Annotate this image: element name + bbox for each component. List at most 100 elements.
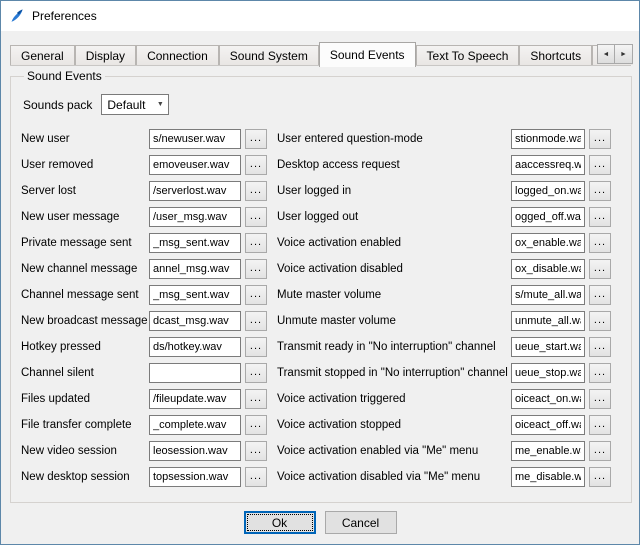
tab-general[interactable]: General bbox=[10, 45, 75, 65]
tab-sound-system[interactable]: Sound System bbox=[219, 45, 319, 65]
ok-button[interactable]: Ok bbox=[244, 511, 316, 534]
browse-button[interactable]: ... bbox=[589, 233, 611, 253]
title-bar: Preferences bbox=[1, 1, 639, 31]
event-label: Voice activation disabled via "Me" menu bbox=[267, 471, 511, 483]
browse-button[interactable]: ... bbox=[245, 337, 267, 357]
sound-file-input[interactable] bbox=[511, 415, 585, 435]
sound-file-input[interactable] bbox=[511, 311, 585, 331]
event-label: Private message sent bbox=[21, 237, 149, 249]
browse-button[interactable]: ... bbox=[245, 285, 267, 305]
sound-file-input[interactable] bbox=[149, 129, 241, 149]
browse-button[interactable]: ... bbox=[245, 129, 267, 149]
browse-button[interactable]: ... bbox=[245, 155, 267, 175]
sound-file-input[interactable] bbox=[149, 389, 241, 409]
sound-file-input[interactable] bbox=[511, 337, 585, 357]
sound-file-input[interactable] bbox=[511, 259, 585, 279]
events-grid: New user...User entered question-mode...… bbox=[21, 126, 621, 490]
browse-button[interactable]: ... bbox=[245, 259, 267, 279]
sound-file-input[interactable] bbox=[149, 259, 241, 279]
footer: Ok Cancel bbox=[1, 511, 639, 534]
browse-button[interactable]: ... bbox=[589, 311, 611, 331]
sound-file-input[interactable] bbox=[149, 181, 241, 201]
event-label: New user bbox=[21, 133, 149, 145]
browse-button[interactable]: ... bbox=[589, 155, 611, 175]
sound-file-input[interactable] bbox=[149, 441, 241, 461]
cancel-button[interactable]: Cancel bbox=[325, 511, 397, 534]
sound-file-input[interactable] bbox=[511, 181, 585, 201]
sound-file-input[interactable] bbox=[149, 285, 241, 305]
sound-file-input[interactable] bbox=[149, 207, 241, 227]
tab-connection[interactable]: Connection bbox=[136, 45, 219, 65]
sound-file-input[interactable] bbox=[511, 441, 585, 461]
browse-button[interactable]: ... bbox=[589, 207, 611, 227]
event-label: Desktop access request bbox=[267, 159, 511, 171]
browse-button[interactable]: ... bbox=[245, 181, 267, 201]
event-label: Hotkey pressed bbox=[21, 341, 149, 353]
event-label: New broadcast message bbox=[21, 315, 149, 327]
event-label: Transmit stopped in "No interruption" ch… bbox=[267, 367, 511, 379]
event-label: Transmit ready in "No interruption" chan… bbox=[267, 341, 511, 353]
event-label: Unmute master volume bbox=[267, 315, 511, 327]
tab-text-to-speech[interactable]: Text To Speech bbox=[416, 45, 520, 65]
event-label: New channel message bbox=[21, 263, 149, 275]
group-legend: Sound Events bbox=[24, 69, 105, 83]
sound-file-input[interactable] bbox=[149, 155, 241, 175]
event-label: Voice activation enabled bbox=[267, 237, 511, 249]
tab-sound-events[interactable]: Sound Events bbox=[319, 42, 416, 67]
browse-button[interactable]: ... bbox=[589, 259, 611, 279]
sound-file-input[interactable] bbox=[511, 363, 585, 383]
preferences-window: Preferences GeneralDisplayConnectionSoun… bbox=[0, 0, 640, 545]
browse-button[interactable]: ... bbox=[589, 285, 611, 305]
browse-button[interactable]: ... bbox=[245, 415, 267, 435]
event-label: Voice activation triggered bbox=[267, 393, 511, 405]
sound-file-input[interactable] bbox=[149, 337, 241, 357]
sounds-pack-row: Sounds pack Default ▼ bbox=[23, 94, 621, 115]
sound-file-input[interactable] bbox=[149, 415, 241, 435]
browse-button[interactable]: ... bbox=[245, 363, 267, 383]
event-label: Channel message sent bbox=[21, 289, 149, 301]
browse-button[interactable]: ... bbox=[589, 337, 611, 357]
sound-file-input[interactable] bbox=[149, 363, 241, 383]
browse-button[interactable]: ... bbox=[245, 467, 267, 487]
sound-file-input[interactable] bbox=[511, 389, 585, 409]
event-label: User logged in bbox=[267, 185, 511, 197]
browse-button[interactable]: ... bbox=[245, 207, 267, 227]
tab-scroll-right-button[interactable]: ► bbox=[615, 44, 633, 64]
window-title: Preferences bbox=[32, 9, 97, 23]
sound-file-input[interactable] bbox=[511, 129, 585, 149]
event-label: Mute master volume bbox=[267, 289, 511, 301]
sound-file-input[interactable] bbox=[511, 467, 585, 487]
browse-button[interactable]: ... bbox=[589, 441, 611, 461]
tab-bar: GeneralDisplayConnectionSound SystemSoun… bbox=[10, 42, 633, 67]
browse-button[interactable]: ... bbox=[245, 311, 267, 331]
browse-button[interactable]: ... bbox=[245, 389, 267, 409]
tab-scroll-left-button[interactable]: ◄ bbox=[597, 44, 615, 64]
browse-button[interactable]: ... bbox=[245, 441, 267, 461]
sound-file-input[interactable] bbox=[511, 207, 585, 227]
browse-button[interactable]: ... bbox=[589, 467, 611, 487]
sound-file-input[interactable] bbox=[511, 155, 585, 175]
tab-display[interactable]: Display bbox=[75, 45, 136, 65]
browse-button[interactable]: ... bbox=[589, 415, 611, 435]
event-label: User logged out bbox=[267, 211, 511, 223]
event-label: User removed bbox=[21, 159, 149, 171]
event-label: New video session bbox=[21, 445, 149, 457]
sound-file-input[interactable] bbox=[149, 233, 241, 253]
tab-scroll: ◄ ► bbox=[597, 44, 633, 64]
sound-file-input[interactable] bbox=[511, 285, 585, 305]
browse-button[interactable]: ... bbox=[245, 233, 267, 253]
event-label: File transfer complete bbox=[21, 419, 149, 431]
browse-button[interactable]: ... bbox=[589, 129, 611, 149]
sound-file-input[interactable] bbox=[511, 233, 585, 253]
browse-button[interactable]: ... bbox=[589, 181, 611, 201]
event-label: Channel silent bbox=[21, 367, 149, 379]
sound-file-input[interactable] bbox=[149, 311, 241, 331]
sounds-pack-label: Sounds pack bbox=[23, 98, 92, 112]
tab-shortcuts[interactable]: Shortcuts bbox=[519, 45, 592, 65]
browse-button[interactable]: ... bbox=[589, 389, 611, 409]
sound-file-input[interactable] bbox=[149, 467, 241, 487]
event-label: Server lost bbox=[21, 185, 149, 197]
browse-button[interactable]: ... bbox=[589, 363, 611, 383]
event-label: Voice activation enabled via "Me" menu bbox=[267, 445, 511, 457]
sounds-pack-select[interactable]: Default ▼ bbox=[101, 94, 169, 115]
